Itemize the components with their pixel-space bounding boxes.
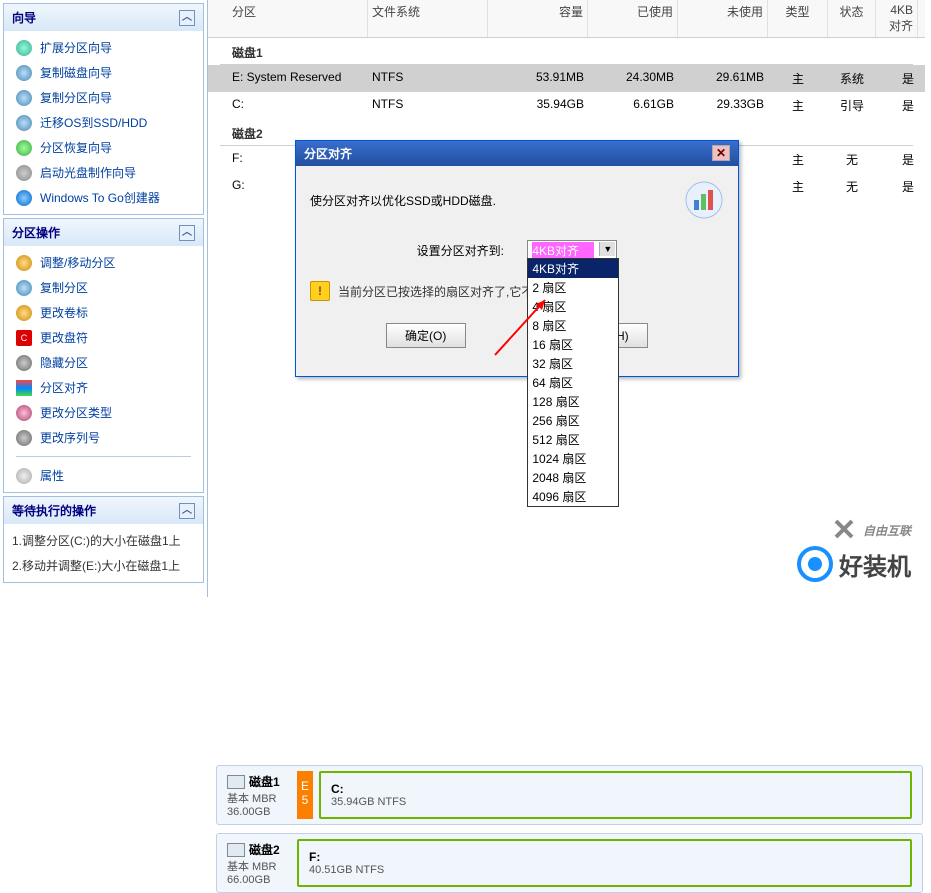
ops-item-properties[interactable]: 属性 — [4, 463, 203, 488]
ops-item-label[interactable]: 更改卷标 — [4, 300, 203, 325]
copy-icon — [16, 280, 32, 296]
serial-icon — [16, 430, 32, 446]
collapse-icon[interactable]: ︿ — [179, 503, 195, 519]
ops-item-hide[interactable]: 隐藏分区 — [4, 350, 203, 375]
dd-item[interactable]: 2 扇区 — [528, 278, 618, 297]
divider — [16, 456, 191, 457]
table-row-c[interactable]: C: NTFS 35.94GB 6.61GB 29.33GB 主 引导 是 — [208, 92, 925, 119]
dd-item[interactable]: 1024 扇区 — [528, 449, 618, 468]
align-dialog: 分区对齐 ✕ 使分区对齐以优化SSD或HDD磁盘. 设置分区对齐到: 4KB对齐… — [295, 140, 739, 377]
wizard-item-copy-partition[interactable]: 复制分区向导 — [4, 85, 203, 110]
ops-item-copy[interactable]: 复制分区 — [4, 275, 203, 300]
x-icon — [832, 517, 856, 541]
align-icon — [16, 380, 32, 396]
watermark-ziyouhulian: 自由互联 — [832, 514, 911, 542]
wizard-item-extend[interactable]: 扩展分区向导 — [4, 35, 203, 60]
wizard-item-copy-disk[interactable]: 复制磁盘向导 — [4, 60, 203, 85]
wizard-item-migrate-os[interactable]: 迁移OS到SSD/HDD — [4, 110, 203, 135]
ok-button[interactable]: 确定(O) — [386, 323, 466, 348]
dd-item[interactable]: 8 扇区 — [528, 316, 618, 335]
dd-item[interactable]: 128 扇区 — [528, 392, 618, 411]
c-partition-block[interactable]: C: 35.94GB NTFS — [319, 771, 912, 819]
dd-item[interactable]: 32 扇区 — [528, 354, 618, 373]
type-icon — [16, 405, 32, 421]
dialog-titlebar[interactable]: 分区对齐 ✕ — [296, 141, 738, 166]
f-partition-block[interactable]: F: 40.51GB NTFS — [297, 839, 912, 887]
col-4kb[interactable]: 4KB对齐 — [876, 0, 918, 37]
column-headers: 分区 文件系统 容量 已使用 未使用 类型 状态 4KB对齐 — [208, 0, 925, 38]
setting-label: 设置分区对齐到: — [417, 244, 504, 258]
migrate-os-icon — [16, 115, 32, 131]
close-button[interactable]: ✕ — [712, 145, 730, 161]
watermark-haozhuangji: 好装机 — [797, 546, 911, 582]
pending-panel-header[interactable]: 等待执行的操作 ︿ — [4, 497, 203, 524]
table-row-e[interactable]: E: System Reserved NTFS 53.91MB 24.30MB … — [208, 65, 925, 92]
extend-partition-icon — [16, 40, 32, 56]
col-status[interactable]: 状态 — [828, 0, 876, 37]
dd-item[interactable]: 64 扇区 — [528, 373, 618, 392]
hdd-icon — [227, 775, 245, 789]
bootdisc-icon — [16, 165, 32, 181]
recover-icon — [16, 140, 32, 156]
dd-item[interactable]: 16 扇区 — [528, 335, 618, 354]
pending-panel-title: 等待执行的操作 — [12, 502, 96, 519]
hdd-icon — [227, 843, 245, 857]
circle-icon — [797, 546, 833, 582]
hide-icon — [16, 355, 32, 371]
col-used[interactable]: 已使用 — [588, 0, 678, 37]
ops-panel-header[interactable]: 分区操作 ︿ — [4, 219, 203, 246]
wizard-panel-title: 向导 — [12, 9, 36, 26]
wizard-panel: 向导 ︿ 扩展分区向导 复制磁盘向导 复制分区向导 迁移OS到SSD/HDD 分… — [3, 3, 204, 215]
dialog-title-text: 分区对齐 — [304, 145, 352, 162]
ops-item-align[interactable]: 分区对齐 — [4, 375, 203, 400]
col-free[interactable]: 未使用 — [678, 0, 768, 37]
label-icon — [16, 305, 32, 321]
dd-item[interactable]: 4KB对齐 — [528, 259, 618, 278]
resize-icon — [16, 255, 32, 271]
pending-item-2[interactable]: 2.移动并调整(E:)大小在磁盘1上 — [4, 553, 203, 578]
col-capacity[interactable]: 容量 — [488, 0, 588, 37]
ops-panel: 分区操作 ︿ 调整/移动分区 复制分区 更改卷标 C更改盘符 隐藏分区 分区对齐… — [3, 218, 204, 493]
dialog-message: 使分区对齐以优化SSD或HDD磁盘. — [310, 192, 674, 209]
disk1-summary[interactable]: 磁盘1 基本 MBR 36.00GB E 5 C: 35.94GB NTFS — [216, 765, 923, 825]
disk1-group-label[interactable]: 磁盘1 — [208, 38, 925, 64]
chart-icon — [684, 180, 724, 220]
e-partition-block[interactable]: E 5 — [297, 771, 313, 819]
col-filesystem[interactable]: 文件系统 — [368, 0, 488, 37]
ops-item-letter[interactable]: C更改盘符 — [4, 325, 203, 350]
ops-item-serial[interactable]: 更改序列号 — [4, 425, 203, 450]
ops-item-resize[interactable]: 调整/移动分区 — [4, 250, 203, 275]
chevron-down-icon[interactable]: ▼ — [599, 242, 615, 256]
dd-item[interactable]: 256 扇区 — [528, 411, 618, 430]
collapse-icon[interactable]: ︿ — [179, 225, 195, 241]
copy-disk-icon — [16, 65, 32, 81]
collapse-icon[interactable]: ︿ — [179, 10, 195, 26]
copy-partition-icon — [16, 90, 32, 106]
pending-panel: 等待执行的操作 ︿ 1.调整分区(C:)的大小在磁盘1上 2.移动并调整(E:)… — [3, 496, 204, 583]
ops-panel-title: 分区操作 — [12, 224, 60, 241]
dd-item[interactable]: 4096 扇区 — [528, 487, 618, 506]
letter-icon: C — [16, 330, 32, 346]
ops-item-type[interactable]: 更改分区类型 — [4, 400, 203, 425]
dd-item[interactable]: 4 扇区 — [528, 297, 618, 316]
wizard-item-bootdisc[interactable]: 启动光盘制作向导 — [4, 160, 203, 185]
pending-item-1[interactable]: 1.调整分区(C:)的大小在磁盘1上 — [4, 528, 203, 553]
col-partition[interactable]: 分区 — [208, 0, 368, 37]
disk2-summary[interactable]: 磁盘2 基本 MBR 66.00GB F: 40.51GB NTFS — [216, 833, 923, 893]
dd-item[interactable]: 2048 扇区 — [528, 468, 618, 487]
alignment-dropdown[interactable]: 4KB对齐 ▼ 4KB对齐 2 扇区 4 扇区 8 扇区 16 扇区 32 扇区… — [527, 240, 617, 261]
dd-item[interactable]: 512 扇区 — [528, 430, 618, 449]
windows-icon — [16, 190, 32, 206]
wizard-panel-header[interactable]: 向导 ︿ — [4, 4, 203, 31]
col-type[interactable]: 类型 — [768, 0, 828, 37]
wizard-item-recover[interactable]: 分区恢复向导 — [4, 135, 203, 160]
warning-icon: ! — [310, 281, 330, 301]
properties-icon — [16, 468, 32, 484]
dropdown-list: 4KB对齐 2 扇区 4 扇区 8 扇区 16 扇区 32 扇区 64 扇区 1… — [527, 258, 619, 507]
wizard-item-wintogo[interactable]: Windows To Go创建器 — [4, 185, 203, 210]
